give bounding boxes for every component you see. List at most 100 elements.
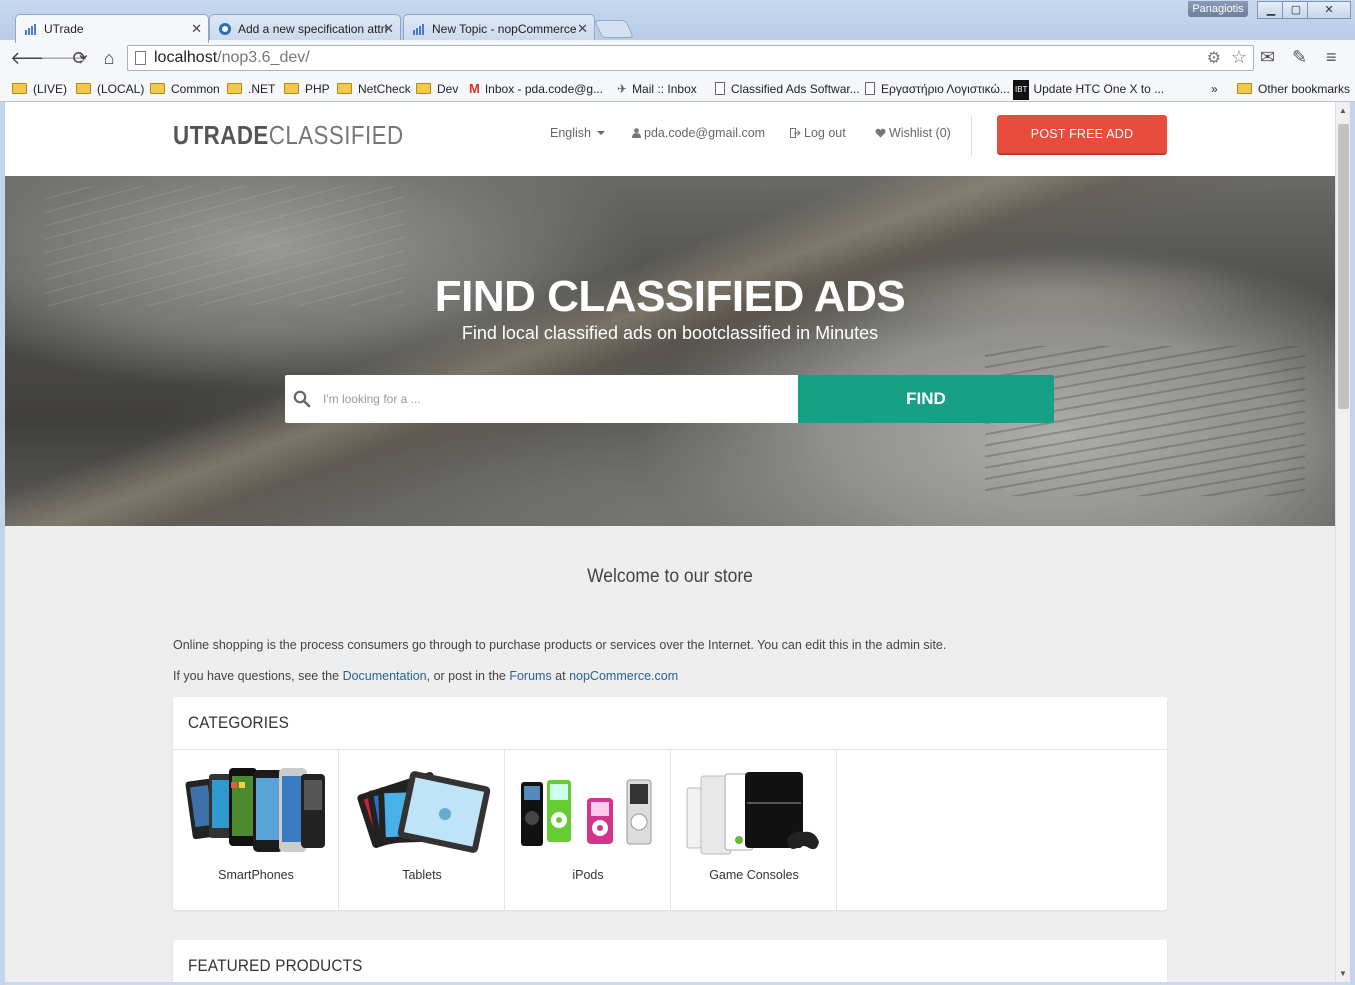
tab-close-icon[interactable]: ✕ <box>577 15 588 42</box>
tab-close-icon[interactable]: ✕ <box>191 15 202 43</box>
profile-badge[interactable]: Panagiotis <box>1188 1 1248 17</box>
search-box <box>285 375 798 423</box>
bookmark-folder[interactable]: .NET <box>227 80 275 98</box>
menu-icon[interactable]: ≡ <box>1326 47 1337 68</box>
back-arrow-icon[interactable]: 🡐 <box>10 48 58 70</box>
close-window-button[interactable]: ✕ <box>1307 1 1351 19</box>
site-header: UTRADECLASSIFIED English pda.code@gmail.… <box>5 102 1335 176</box>
hero-subtitle: Find local classified ads on bootclassif… <box>461 323 879 343</box>
bookmark-folder[interactable]: NetCheck <box>337 80 411 98</box>
tab-title: UTrade <box>44 22 84 36</box>
welcome-paragraph: Online shopping is the process consumers… <box>173 638 947 652</box>
folder-icon <box>416 83 431 94</box>
smartphones-image <box>185 768 325 852</box>
scroll-up-arrow-icon[interactable]: ▲ <box>1339 106 1347 115</box>
mail-icon: ✈ <box>617 82 628 96</box>
browser-titlebar: UTrade ✕ Add a new specification attri ✕… <box>0 0 1355 43</box>
category-name: SmartPhones <box>218 868 294 882</box>
wishlist-link[interactable]: Wishlist (0) <box>875 126 951 140</box>
bookmark-greek[interactable]: Εργαστήριο Λογιστικώ... <box>865 80 1010 98</box>
bookmark-folder[interactable]: Common <box>150 80 220 98</box>
mail-icon[interactable]: ✉ <box>1260 47 1275 68</box>
category-name: Game Consoles <box>709 868 799 882</box>
forward-arrow-icon[interactable]: 🡒 <box>40 48 88 70</box>
folder-icon <box>284 83 299 94</box>
help-paragraph: If you have questions, see the Documenta… <box>173 669 679 683</box>
tab-title: Add a new specification attri <box>238 22 388 36</box>
nopcommerce-favicon-icon <box>219 23 231 35</box>
hero-title: FIND CLASSIFIED ADS <box>434 272 906 321</box>
find-button[interactable]: FIND <box>798 375 1054 423</box>
gmail-icon: M <box>469 81 480 96</box>
bookmark-folder[interactable]: (LIVE) <box>12 80 67 98</box>
categories-panel: CATEGORIES SmartPhones Tablets iPods Gam… <box>173 697 1167 910</box>
categories-title: CATEGORIES <box>188 713 289 732</box>
documentation-link[interactable]: Documentation <box>343 669 427 683</box>
bookmarks-overflow-button[interactable]: » <box>1211 80 1218 98</box>
tablets-image <box>357 771 491 853</box>
page-icon <box>715 82 725 95</box>
header-divider <box>971 116 972 156</box>
logout-link[interactable]: Log out <box>790 126 846 140</box>
bookmark-classified[interactable]: Classified Ads Softwar... <box>715 80 860 98</box>
post-free-ad-button[interactable]: POST FREE ADD <box>997 115 1167 155</box>
tab-title: New Topic - nopCommerce <box>432 22 577 36</box>
page-scrollbar[interactable]: ▲ ▼ <box>1335 102 1350 982</box>
category-name: Tablets <box>402 868 442 882</box>
language-dropdown[interactable]: English <box>550 126 605 140</box>
page-icon <box>865 82 875 95</box>
scroll-down-arrow-icon[interactable]: ▼ <box>1339 969 1347 978</box>
address-bar[interactable]: localhost/nop3.6_dev/ ⚙ ☆ <box>127 45 1254 71</box>
heart-icon <box>875 128 886 138</box>
bookmark-star-icon[interactable]: ☆ <box>1231 47 1247 68</box>
category-ipods[interactable]: iPods <box>505 750 671 910</box>
folder-icon <box>76 83 91 94</box>
extension-gear-icon[interactable]: ⚙ <box>1207 48 1221 68</box>
ibt-icon: IBT <box>1013 80 1030 100</box>
category-smartphones[interactable]: SmartPhones <box>173 750 339 910</box>
other-bookmarks[interactable]: Other bookmarks <box>1237 80 1350 98</box>
bookmark-folder[interactable]: PHP <box>284 80 330 98</box>
folder-icon <box>150 83 165 94</box>
featured-products-panel: FEATURED PRODUCTS <box>173 940 1167 982</box>
category-game-consoles[interactable]: Game Consoles <box>671 750 837 910</box>
scrollbar-thumb[interactable] <box>1338 124 1349 409</box>
tab-specification[interactable]: Add a new specification attri ✕ <box>209 14 401 42</box>
reload-icon[interactable]: ⟳ <box>69 48 91 70</box>
nopcommerce-link[interactable]: nopCommerce.com <box>569 669 678 683</box>
maximize-button[interactable]: ▢ <box>1282 1 1310 19</box>
featured-products-title: FEATURED PRODUCTS <box>188 956 363 975</box>
bookmarks-bar: (LIVE) (LOCAL) Common .NET PHP NetCheck … <box>0 76 1355 102</box>
tools-icon[interactable]: ✎ <box>1292 47 1307 68</box>
forums-link[interactable]: Forums <box>509 669 551 683</box>
account-link[interactable]: pda.code@gmail.com <box>632 126 765 140</box>
home-icon[interactable]: ⌂ <box>98 48 120 70</box>
search-icon <box>293 390 311 408</box>
bookmark-mail[interactable]: ✈ Mail :: Inbox <box>617 80 697 98</box>
folder-icon <box>227 83 242 94</box>
tab-utrade[interactable]: UTrade ✕ <box>15 14 209 43</box>
browser-toolbar: 🡐 🡒 ⟳ ⌂ localhost/nop3.6_dev/ ⚙ ☆ ✉ ✎ ≡ <box>0 40 1355 76</box>
url-text: localhost/nop3.6_dev/ <box>154 49 310 66</box>
site-favicon-icon <box>25 24 36 35</box>
tab-new-topic[interactable]: New Topic - nopCommerce ✕ <box>403 14 595 42</box>
new-tab-button[interactable] <box>593 20 635 38</box>
bookmark-htc[interactable]: IBT Update HTC One X to ... <box>1013 80 1164 100</box>
site-logo[interactable]: UTRADECLASSIFIED <box>173 120 404 151</box>
bookmark-gmail[interactable]: M Inbox - pda.code@g... <box>469 80 603 98</box>
bookmark-folder[interactable]: (LOCAL) <box>76 80 144 98</box>
bookmark-folder[interactable]: Dev <box>416 80 458 98</box>
ipods-image <box>521 779 652 846</box>
minimize-button[interactable]: ▁ <box>1257 1 1285 19</box>
search-input[interactable] <box>323 389 783 409</box>
hero-banner: FIND CLASSIFIED ADS Find local classifie… <box>5 176 1335 526</box>
logout-icon <box>790 128 801 138</box>
tab-close-icon[interactable]: ✕ <box>383 15 394 42</box>
welcome-title: Welcome to our store <box>587 566 753 587</box>
folder-icon <box>337 83 352 94</box>
window-frame-right <box>1350 102 1355 985</box>
game-consoles-image <box>686 772 819 855</box>
category-tablets[interactable]: Tablets <box>339 750 505 910</box>
caret-down-icon <box>597 131 605 135</box>
site-favicon-icon <box>413 24 424 35</box>
